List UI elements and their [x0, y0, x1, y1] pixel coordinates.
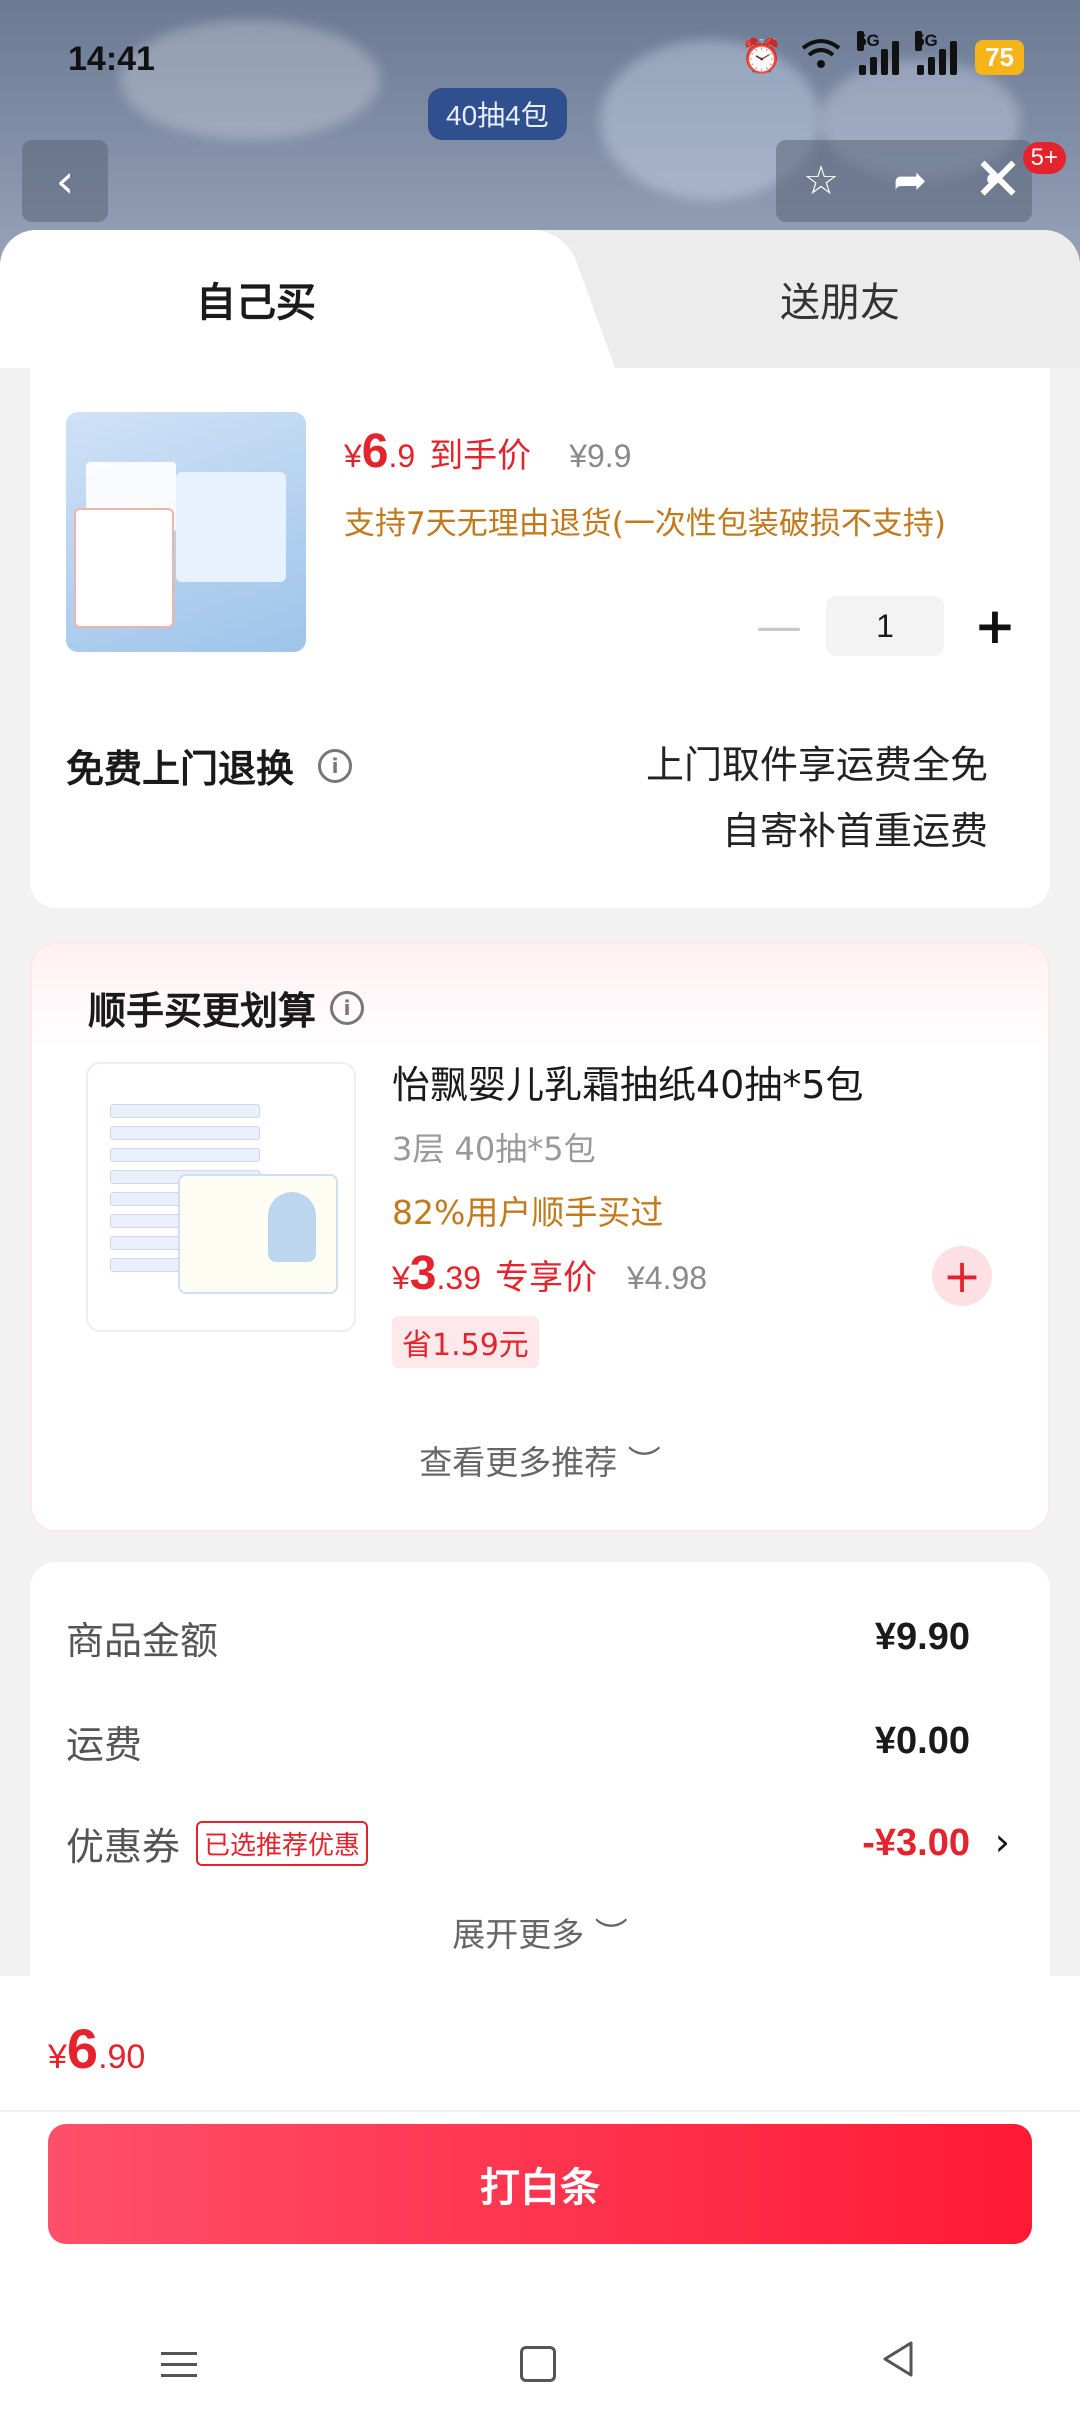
- pack-tag: 40抽4包: [428, 88, 567, 140]
- price-label: 到手价: [429, 436, 532, 476]
- free-return-title: 免费上门退换 i: [66, 738, 353, 793]
- home-icon[interactable]: [519, 2346, 556, 2382]
- recommendation-title: 顺手买更划算 i: [88, 980, 365, 1035]
- recommendation-image[interactable]: [86, 1062, 356, 1332]
- goods-amount-value: ¥9.90: [874, 1616, 970, 1658]
- goods-amount-label: 商品金额: [66, 1619, 219, 1663]
- info-icon[interactable]: i: [318, 748, 353, 783]
- product-price: ¥6.9: [344, 425, 416, 478]
- shipping-row: 运费 ¥0.00: [66, 1714, 970, 1769]
- free-return-line2: 自寄补首重运费: [721, 809, 988, 853]
- shipping-label: 运费: [66, 1723, 143, 1767]
- chevron-right-icon[interactable]: ›: [995, 1820, 1010, 1864]
- purchase-tabs: 送朋友 自己买: [0, 230, 1080, 368]
- product-price-row: ¥6.9 到手价 ¥9.9: [344, 424, 631, 479]
- original-price: ¥9.9: [569, 438, 632, 474]
- goods-amount-row: 商品金额 ¥9.90: [66, 1610, 970, 1665]
- menu-icon[interactable]: [161, 2351, 198, 2377]
- recommendation-bought-stat: 82%用户顺手买过: [392, 1193, 664, 1232]
- pay-button[interactable]: 打白条: [48, 2124, 1032, 2244]
- status-time: 14:41: [68, 40, 155, 78]
- battery-icon: 75: [975, 39, 1024, 75]
- checkout-footer: ¥6.90 打白条: [0, 1976, 1080, 2412]
- message-badge: 5+: [1022, 142, 1066, 174]
- exclusive-price-label: 专享价: [494, 1258, 597, 1298]
- footer-divider: [0, 2110, 1080, 2112]
- recommendation-name[interactable]: 怡飘婴儿乳霜抽纸40抽*5包: [392, 1054, 864, 1109]
- tab-buy-self-label: 自己买: [196, 280, 316, 326]
- product-image[interactable]: [66, 412, 306, 652]
- recommendation-price-row: ¥3.39 专享价 ¥4.98: [392, 1246, 707, 1301]
- return-policy-note: 支持7天无理由退货(一次性包装破损不支持): [344, 506, 946, 542]
- recommendation-spec: 3层 40抽*5包: [392, 1130, 596, 1168]
- total-price: ¥6.90: [48, 2017, 146, 2080]
- tab-gift-friend-label: 送朋友: [780, 280, 900, 326]
- free-return-label: 免费上门退换: [66, 747, 295, 791]
- coupon-label: 优惠券: [66, 1825, 181, 1869]
- view-more-recommendations[interactable]: 查看更多推荐 ︶: [32, 1436, 1048, 1484]
- recommendation-price: ¥3.39: [392, 1247, 481, 1300]
- alarm-icon: ⏰: [740, 37, 784, 77]
- free-return-line1: 上门取件享运费全免: [645, 743, 988, 787]
- quantity-stepper: — 1 +: [756, 596, 1016, 656]
- status-icons: ⏰ 5G 5G 75: [740, 31, 1024, 77]
- wifi-icon: [801, 38, 841, 76]
- recommendation-title-text: 顺手买更划算: [88, 989, 317, 1033]
- add-recommendation-button[interactable]: +: [932, 1246, 992, 1306]
- chevron-left-icon: ‹: [55, 154, 75, 208]
- coupon-value: -¥3.00: [862, 1822, 970, 1864]
- minus-button[interactable]: —: [756, 599, 802, 653]
- coupon-label-group: 优惠券 已选推荐优惠: [66, 1816, 369, 1871]
- signal-icon-1: 5G: [857, 31, 900, 75]
- close-icon: ✕: [972, 145, 1024, 215]
- quantity-field[interactable]: 1: [826, 596, 944, 656]
- coupon-tag: 已选推荐优惠: [196, 1821, 369, 1866]
- plus-icon: +: [942, 1249, 982, 1303]
- tab-gift-friend[interactable]: 送朋友: [540, 230, 1080, 368]
- back-triangle-icon[interactable]: [879, 2339, 919, 2390]
- expand-more-button[interactable]: 展开更多 ︶: [30, 1908, 1050, 1956]
- system-nav-bar: [0, 2316, 1080, 2412]
- info-icon[interactable]: i: [330, 990, 365, 1025]
- signal-icon-2: 5G: [915, 31, 958, 75]
- star-icon[interactable]: ☆: [803, 158, 839, 204]
- tab-buy-self[interactable]: 自己买: [0, 230, 540, 368]
- recommendation-original-price: ¥4.98: [626, 1260, 708, 1296]
- free-return-details: 上门取件享运费全免 自寄补首重运费: [646, 732, 988, 864]
- order-summary-card: 商品金额 ¥9.90 运费 ¥0.00 优惠券 已选推荐优惠 -¥3.00 › …: [30, 1562, 1050, 2022]
- plus-button[interactable]: +: [974, 597, 1016, 655]
- shipping-value: ¥0.00: [874, 1720, 970, 1762]
- product-card: ¥6.9 到手价 ¥9.9 支持7天无理由退货(一次性包装破损不支持) — 1 …: [30, 368, 1050, 908]
- back-button[interactable]: ‹: [22, 140, 108, 222]
- coupon-row[interactable]: 优惠券 已选推荐优惠 -¥3.00: [66, 1816, 970, 1871]
- share-icon[interactable]: ➦: [893, 158, 927, 204]
- recommendation-card: 顺手买更划算 i 怡飘婴儿乳霜抽纸40抽*5包 3层 40抽*5包 82%用户顺…: [30, 942, 1050, 1532]
- savings-badge: 省1.59元: [392, 1316, 539, 1368]
